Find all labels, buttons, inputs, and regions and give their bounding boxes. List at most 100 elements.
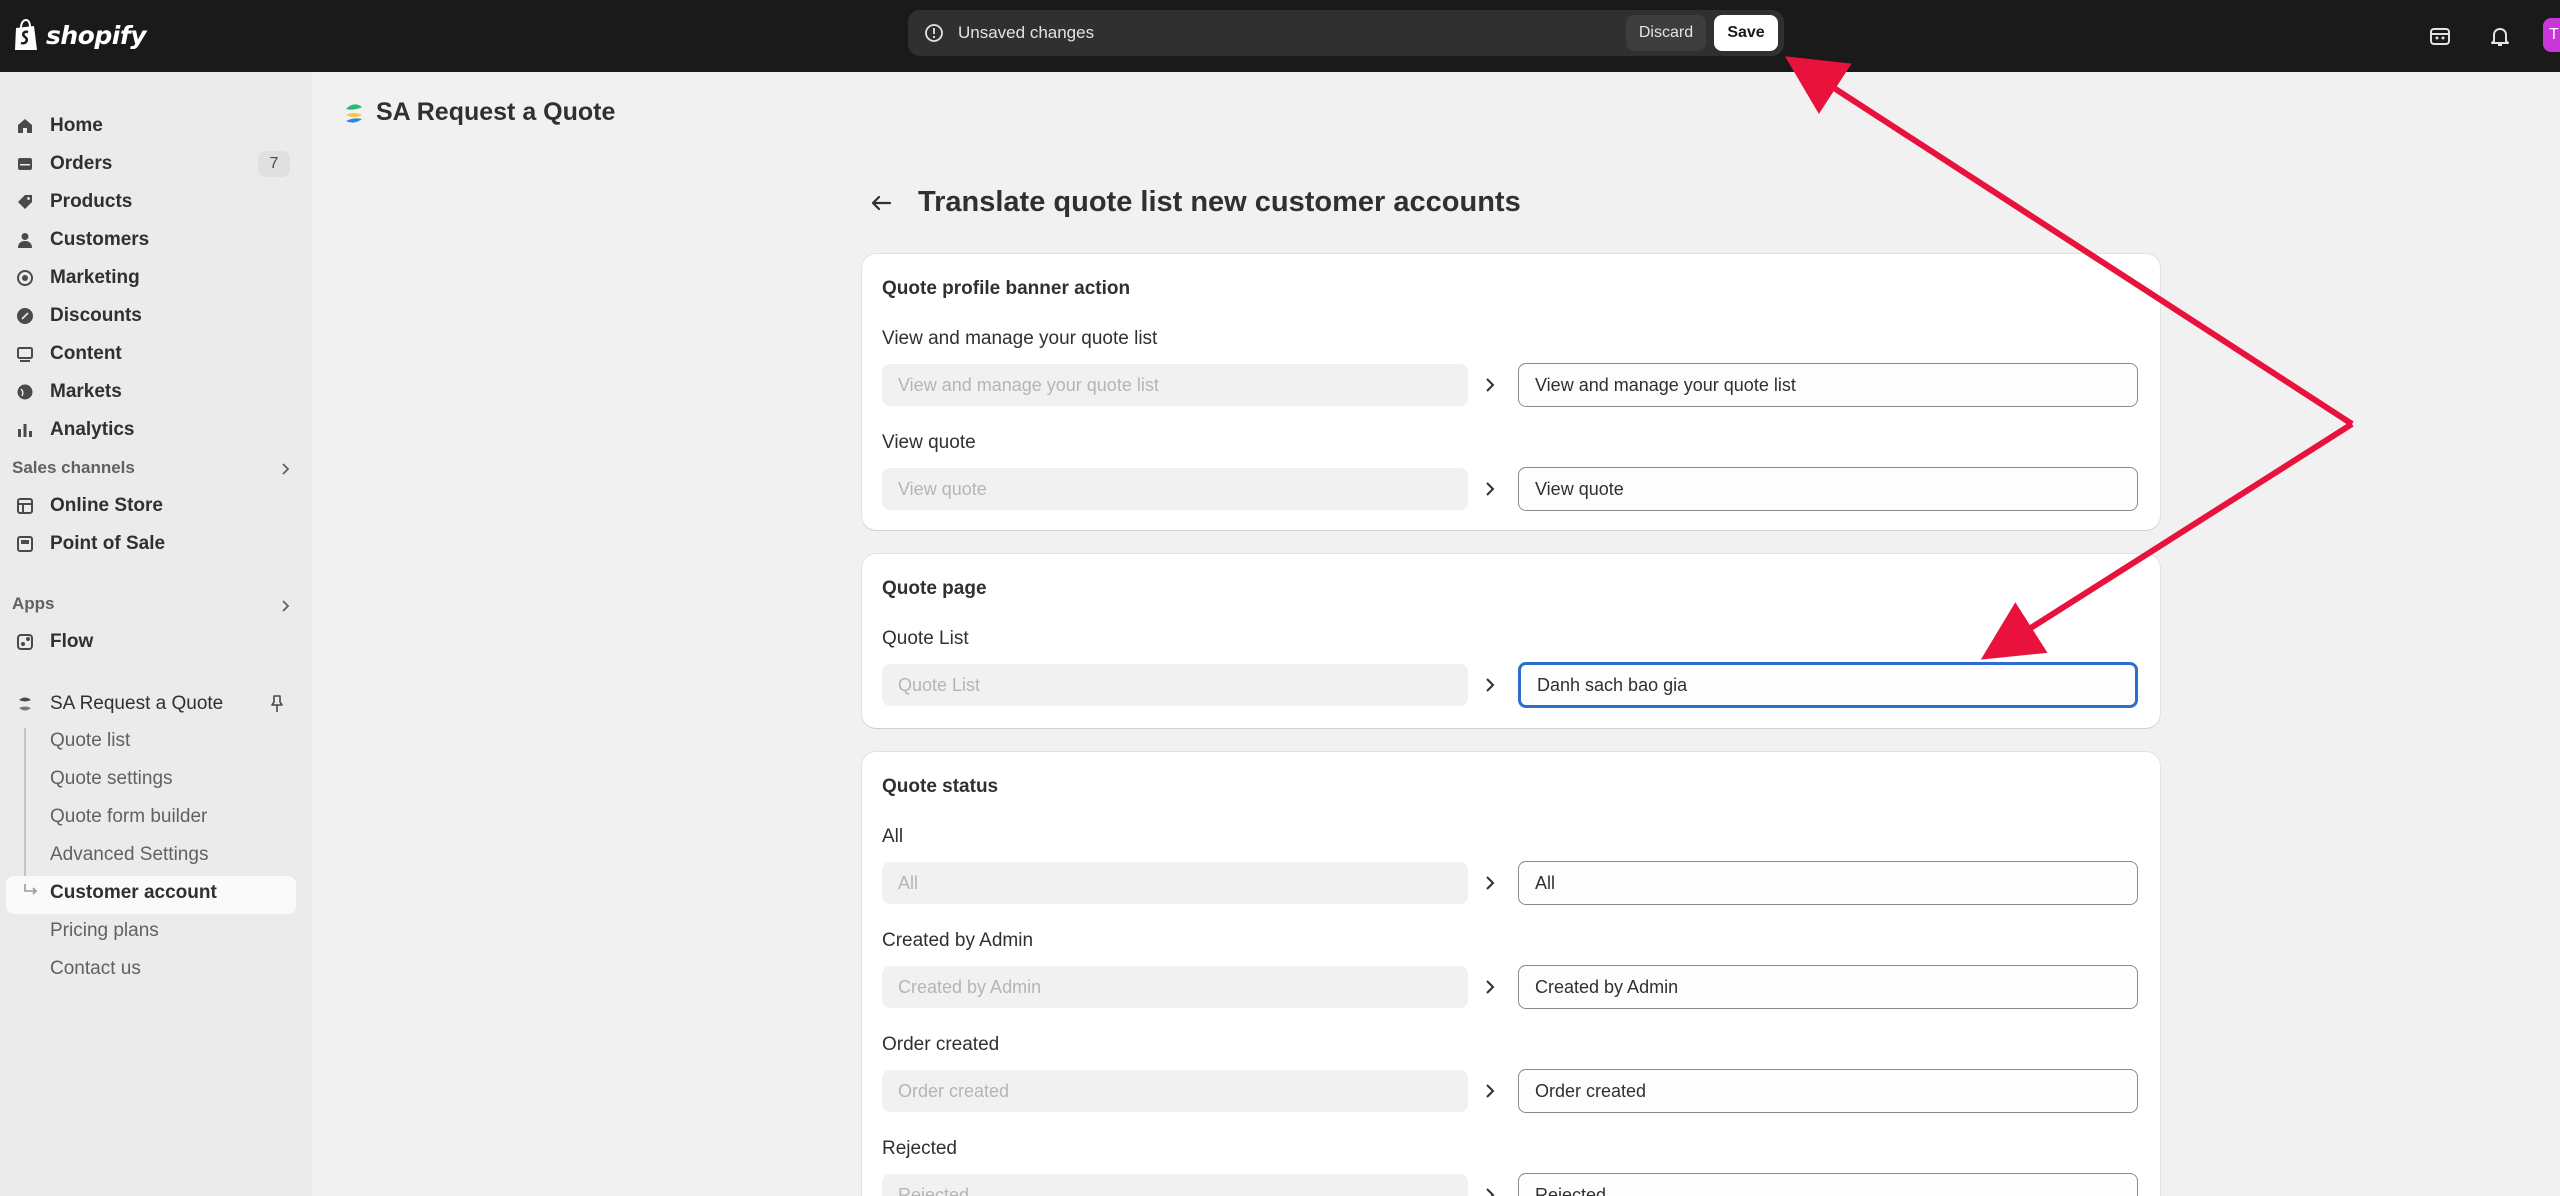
chevron-right-icon [1486,678,1495,692]
app-logo-icon [19,697,31,711]
contextual-save-bar: Unsaved changes Discard Save [908,10,1784,56]
sidebar-app-name: SA Request a Quote [50,693,224,714]
sidebar-subitem-customer-account[interactable]: Customer account [50,882,217,904]
sidebar-item-markets[interactable]: Markets [0,374,300,410]
sidebar-subitem-quote-list[interactable]: Quote list [50,730,130,752]
discount-icon [17,308,33,324]
sidebar-item-orders[interactable]: Orders 7 [0,146,300,182]
bar-chart-icon [18,424,32,437]
sidebar-item-label: Flow [50,631,94,652]
sidebar-item-sa-request-a-quote[interactable]: SA Request a Quote [0,686,300,722]
sidebar-subitem-quote-settings[interactable]: Quote settings [50,768,173,790]
section-card-quote-page: Quote page Quote List [862,554,2160,728]
sidebar-subitem-quote-form-builder[interactable]: Quote form builder [50,806,207,828]
sidebar-item-label: Content [50,343,122,364]
translation-input[interactable] [1518,965,2138,1009]
sidebar-item-content[interactable]: Content [0,336,300,372]
tag-icon [18,195,32,209]
shopify-bag-icon [15,18,37,50]
source-text-field [882,364,1468,406]
field-label: Order created [882,1034,1000,1055]
chevron-right-icon [1486,876,1495,890]
sidebar-subitem-contact-us[interactable]: Contact us [50,958,141,980]
source-text-field [882,468,1468,510]
translation-input[interactable] [1518,1173,2138,1196]
sidebar-item-label: Orders [50,153,113,174]
app-logo-icon [346,103,362,123]
chevron-right-icon [1486,1188,1495,1196]
sidebar-item-marketing[interactable]: Marketing [0,260,300,296]
orders-count-badge: 7 [258,151,290,177]
app-header: SA Request a Quote [344,98,615,127]
field-label: View and manage your quote list [882,328,1158,349]
alert-circle-icon [925,24,943,42]
shopify-logo[interactable]: shopify [12,17,147,53]
chevron-right-icon [1486,1084,1495,1098]
field-label: View quote [882,432,976,453]
field-label: Rejected [882,1138,957,1159]
translation-input-focused[interactable] [1518,662,2138,708]
sidebar-item-online-store[interactable]: Online Store [0,488,300,524]
source-text-field [882,1174,1468,1196]
pin-icon[interactable] [268,694,286,714]
field-label: Created by Admin [882,930,1034,951]
section-title: Quote status [882,776,999,797]
section-title: Quote page [882,578,987,599]
unsaved-changes-message: Unsaved changes [958,23,1095,42]
storefront-icon [17,498,33,514]
translation-input[interactable] [1518,363,2138,407]
sales-channels-title: Sales channels [12,458,135,477]
tree-branch-icon [24,884,38,895]
app-title: SA Request a Quote [376,98,616,126]
field-label: All [882,826,904,847]
field-label: Quote List [882,628,969,649]
save-button[interactable]: Save [1714,15,1778,51]
chevron-right-icon [1486,980,1495,994]
person-icon [18,233,32,248]
source-text-field [882,1070,1468,1112]
sidebar-item-label: Markets [50,381,122,402]
bell-icon[interactable] [2484,20,2516,52]
logo-text: shopify [46,20,147,50]
sidebar-item-analytics[interactable]: Analytics [0,412,300,448]
sidebar-item-label: Home [50,115,103,136]
sidebar-item-label: Products [50,191,133,212]
chevron-right-icon[interactable] [278,462,292,476]
translation-input[interactable] [1518,861,2138,905]
sidebar-item-home[interactable]: Home [0,108,300,144]
flow-icon [17,634,33,650]
chevron-right-icon [1486,378,1495,392]
sidebar-item-label: Customers [50,229,150,250]
discard-button[interactable]: Discard [1626,15,1706,51]
content-icon [17,347,33,362]
back-arrow-icon[interactable] [868,190,894,216]
chevron-right-icon[interactable] [278,599,292,613]
sidebar-item-customers[interactable]: Customers [0,222,300,258]
store-icon[interactable] [2424,20,2456,52]
source-text-field [882,862,1468,904]
source-text-field [882,664,1468,706]
sidebar-item-discounts[interactable]: Discounts [0,298,300,334]
home-icon [18,119,32,133]
translation-input[interactable] [1518,1069,2138,1113]
sidebar: Home Orders 7 Products Customers Marketi… [0,72,312,1196]
pos-icon [17,536,33,552]
sidebar-item-products[interactable]: Products [0,184,300,220]
page-title: Translate quote list new customer accoun… [918,186,1521,218]
page-header: Translate quote list new customer accoun… [868,186,1521,219]
apps-title: Apps [12,594,55,613]
sidebar-item-label: Discounts [50,305,142,326]
sidebar-item-label: Online Store [50,495,163,516]
section-title: Quote profile banner action [882,278,1131,299]
sidebar-item-flow[interactable]: Flow [0,624,300,660]
sidebar-subitem-advanced-settings[interactable]: Advanced Settings [50,844,208,866]
source-text-field [882,966,1468,1008]
sidebar-item-label: Analytics [50,419,135,440]
sidebar-subitem-pricing-plans[interactable]: Pricing plans [50,920,159,942]
sidebar-item-point-of-sale[interactable]: Point of Sale [0,526,300,562]
translation-input[interactable] [1518,467,2138,511]
chevron-right-icon [1486,482,1495,496]
avatar[interactable]: T [2543,18,2560,52]
sidebar-item-label: Point of Sale [50,533,166,554]
tree-line [24,728,26,896]
